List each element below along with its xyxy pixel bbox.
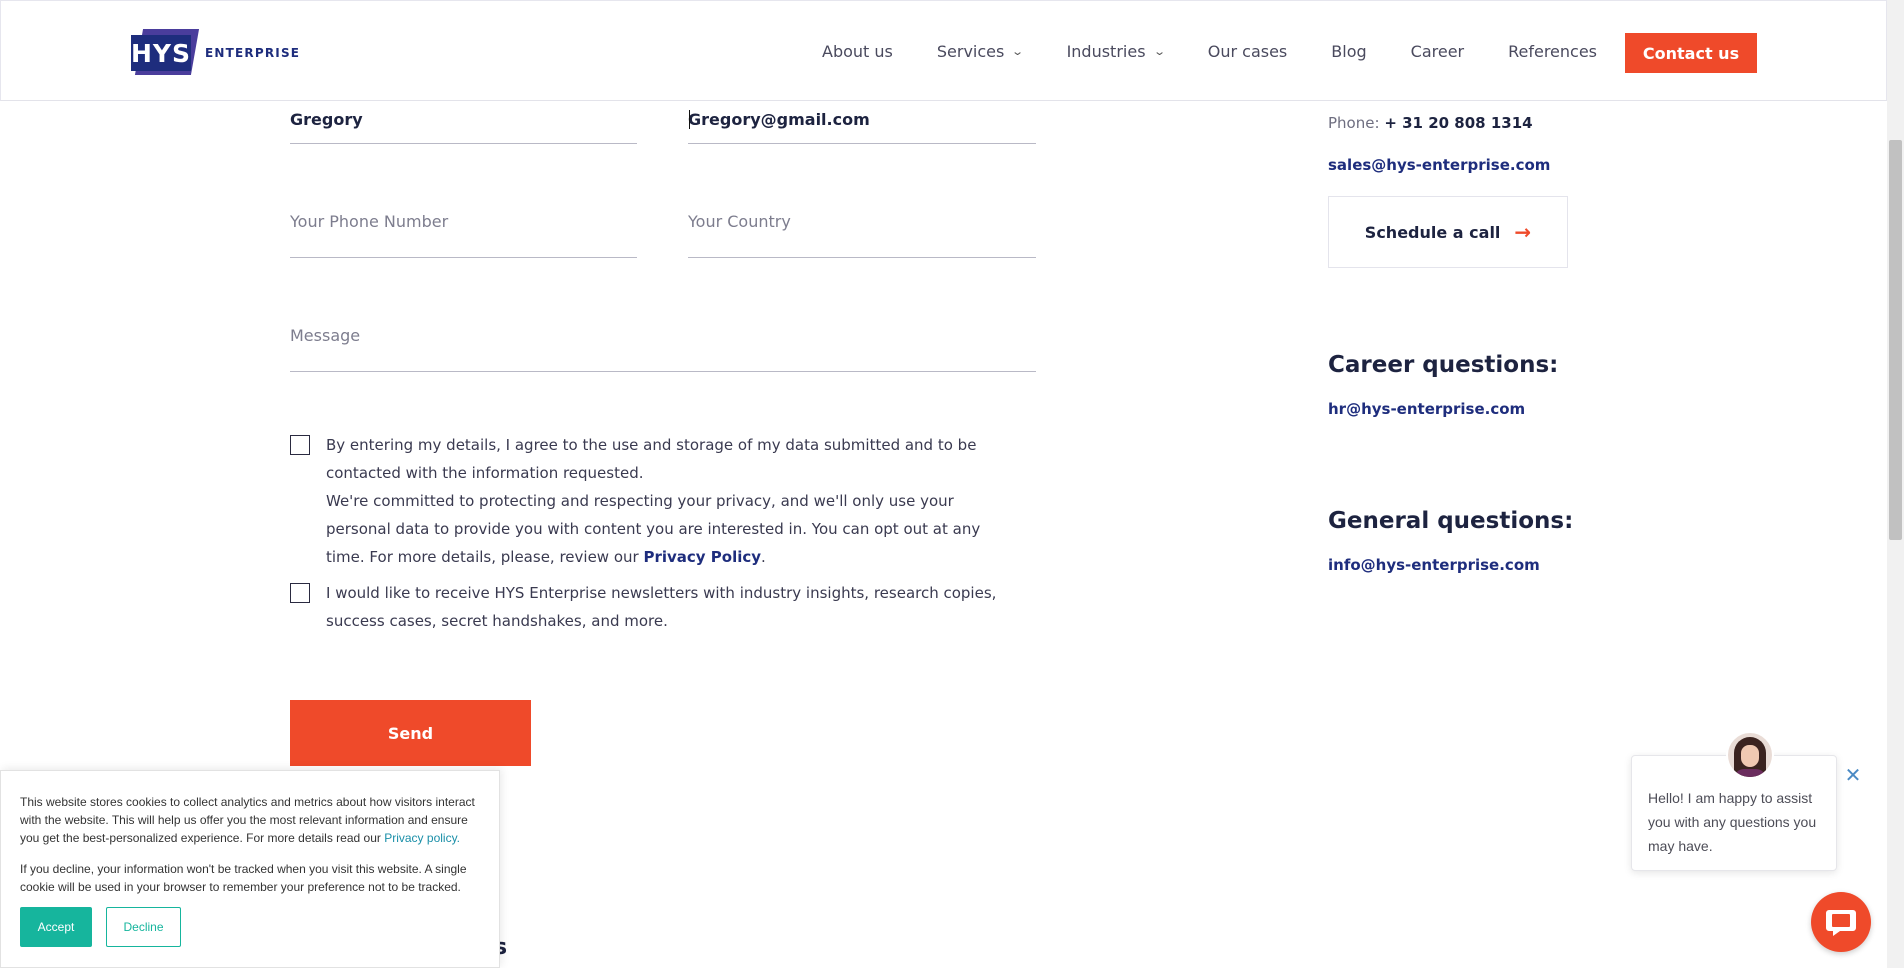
consent-text: By entering my details, I agree to the u… (326, 436, 981, 566)
arrow-right-icon: → (1514, 220, 1532, 244)
text-caret (689, 110, 690, 129)
name-field[interactable]: Gregory (290, 104, 637, 144)
contact-us-button[interactable]: Contact us (1625, 33, 1757, 73)
nav-references[interactable]: References (1508, 42, 1597, 61)
nav-services[interactable]: Services ⌄ (936, 42, 1025, 61)
email-field[interactable]: Gregory@gmail.com (688, 104, 1036, 144)
send-button[interactable]: Send (290, 700, 531, 766)
phone-field[interactable]: Your Phone Number (290, 204, 637, 258)
site-header: HYS ENTERPRISE About us Services ⌄ Indust… (0, 0, 1887, 101)
sales-email-link[interactable]: sales@hys-enterprise.com (1328, 156, 1550, 174)
nav-label: Career (1410, 42, 1465, 61)
page-scrollbar[interactable] (1887, 0, 1904, 968)
chat-agent-avatar (1726, 731, 1774, 779)
cookie-text-2: If you decline, your information won't b… (20, 862, 467, 894)
schedule-call-button[interactable]: Schedule a call → (1328, 196, 1568, 268)
nav-label: Industries (1066, 42, 1146, 61)
phone-label: Phone: (1328, 114, 1380, 132)
nav-label: Services (936, 42, 1005, 61)
nav-label: About us (822, 42, 893, 61)
nav-industries[interactable]: Industries ⌄ (1066, 42, 1166, 61)
cookie-decline-button[interactable]: Decline (106, 907, 181, 947)
chat-launcher-button[interactable] (1811, 892, 1871, 952)
chevron-down-icon: ⌄ (1152, 45, 1166, 58)
email-field-value: Gregory@gmail.com (688, 110, 870, 129)
nav-blog[interactable]: Blog (1331, 42, 1366, 61)
cookie-text-1: This website stores cookies to collect a… (20, 793, 480, 847)
cookie-accept-button[interactable]: Accept (20, 907, 92, 947)
schedule-call-label: Schedule a call (1364, 222, 1501, 242)
country-field-placeholder: Your Country (688, 212, 791, 231)
main-nav: About us Services ⌄ Industries ⌄ Our cases… (822, 1, 1641, 102)
nav-label: References (1508, 42, 1598, 61)
nav-about-us[interactable]: About us (822, 42, 893, 61)
phone-number-link[interactable]: + 31 20 808 1314 (1384, 114, 1532, 132)
nav-label: Blog (1331, 42, 1367, 61)
chevron-down-icon: ⌄ (1011, 45, 1025, 58)
scrollbar-thumb[interactable] (1889, 140, 1902, 540)
close-icon[interactable]: ✕ (1842, 763, 1864, 787)
newsletter-text: I would like to receive HYS Enterprise n… (326, 584, 997, 630)
country-field[interactable]: Your Country (688, 204, 1036, 258)
career-email-link[interactable]: hr@hys-enterprise.com (1328, 400, 1525, 418)
phone-field-placeholder: Your Phone Number (290, 212, 449, 231)
newsletter-checkbox[interactable] (290, 583, 310, 603)
phone-line: Phone: + 31 20 808 1314 (1328, 114, 1533, 132)
cookie-privacy-link[interactable]: Privacy policy. (384, 831, 460, 845)
career-questions-heading: Career questions: (1328, 352, 1559, 378)
general-email-link[interactable]: info@hys-enterprise.com (1328, 556, 1540, 574)
general-questions-heading: General questions: (1328, 508, 1574, 534)
nav-label: Our cases (1207, 42, 1288, 61)
chat-bubble-icon (1826, 910, 1856, 936)
nav-our-cases[interactable]: Our cases (1208, 42, 1288, 61)
message-field-placeholder: Message (290, 326, 361, 345)
logo-wordmark: ENTERPRISE (205, 46, 301, 60)
nav-career[interactable]: Career (1411, 42, 1464, 61)
message-field[interactable]: Message (290, 318, 1036, 372)
newsletter-row: I would like to receive HYS Enterprise n… (290, 579, 1050, 635)
consent-checkbox[interactable] (290, 435, 310, 455)
privacy-policy-link[interactable]: Privacy Policy (643, 548, 761, 566)
cookie-banner: This website stores cookies to collect a… (0, 770, 500, 968)
logo-mark: HYS (131, 29, 200, 77)
consent-row: By entering my details, I agree to the u… (290, 431, 1050, 571)
chat-greeting-message: Hello! I am happy to assist you with any… (1648, 790, 1817, 854)
consent-text-1: By entering my details, I agree to the u… (326, 436, 977, 482)
site-logo[interactable]: HYS ENTERPRISE (131, 29, 300, 77)
name-field-value: Gregory (290, 110, 363, 129)
logo-mark-text: HYS (131, 35, 191, 71)
